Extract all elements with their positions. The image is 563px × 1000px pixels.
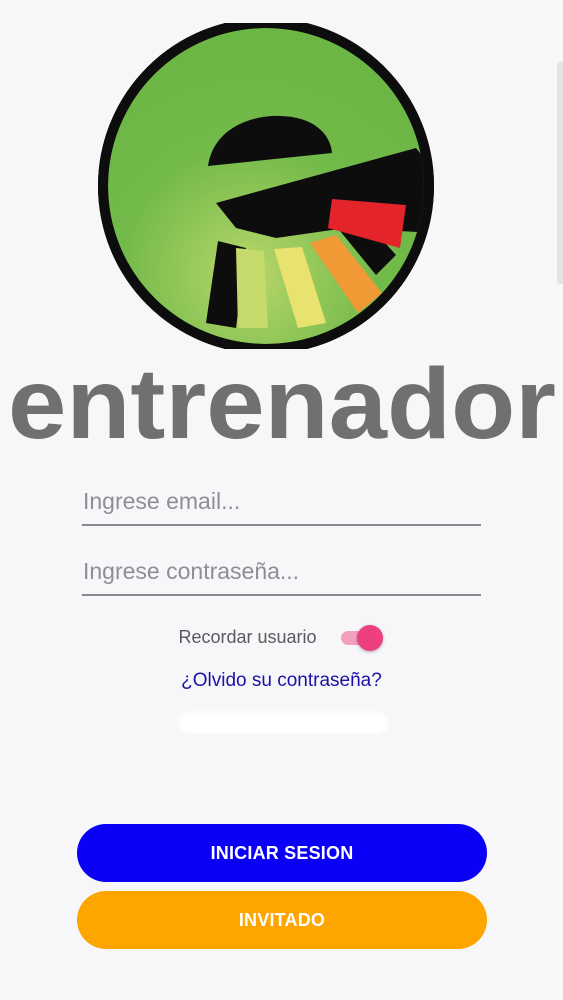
remember-user-row: Recordar usuario — [0, 620, 563, 654]
scroll-indicator — [557, 62, 563, 284]
login-button[interactable]: INICIAR SESION — [77, 824, 487, 882]
blank-bar — [178, 712, 388, 734]
email-input[interactable] — [82, 478, 481, 524]
brand-wordmark-text: entrenador — [8, 352, 556, 452]
email-field[interactable] — [82, 478, 481, 526]
password-field[interactable] — [82, 548, 481, 596]
password-input[interactable] — [82, 548, 481, 594]
remember-user-label: Recordar usuario — [178, 626, 317, 647]
forgot-password-link[interactable]: ¿Olvido su contraseña? — [0, 670, 563, 692]
entrenador-logo-emblem — [98, 23, 434, 349]
remember-user-toggle[interactable] — [339, 622, 385, 652]
guest-button[interactable]: INVITADO — [77, 891, 487, 949]
toggle-knob[interactable] — [356, 625, 383, 651]
brand-wordmark: entrenador — [8, 352, 556, 452]
